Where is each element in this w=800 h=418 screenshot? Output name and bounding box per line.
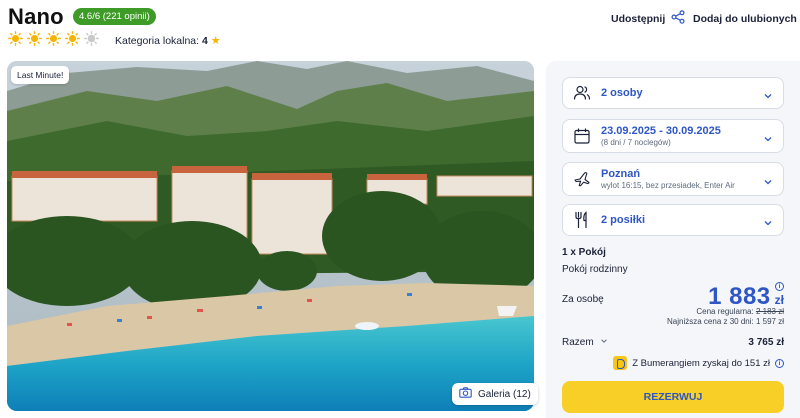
star-icon: ★ — [210, 35, 221, 47]
rating-badge[interactable]: 4.6/6 (221 opinii) — [73, 8, 156, 25]
gallery-label: Galeria (12) — [478, 388, 531, 400]
price-currency: zł — [774, 293, 784, 307]
bumerang-promo: Z Bumerangiem zyskaj do 151 zł i — [613, 356, 784, 370]
total-label: Razem — [562, 337, 594, 348]
sun-icon — [46, 31, 61, 46]
chevron-down-icon — [763, 88, 773, 99]
meals-select[interactable]: 2 posiłki — [562, 204, 784, 236]
cutlery-icon — [573, 211, 591, 229]
reserve-button[interactable]: REZERWUJ — [562, 381, 784, 413]
meals-value: 2 posiłki — [601, 214, 646, 226]
plane-icon — [573, 170, 591, 188]
hotel-name: Nano — [8, 4, 64, 29]
persons-value: 2 osoby — [601, 87, 643, 99]
regular-price-label: Cena regularna: — [696, 307, 754, 316]
sun-empty-icon — [84, 31, 99, 46]
regular-price: Cena regularna: 2 183 zł — [696, 307, 784, 316]
bumerang-text: Z Bumerangiem zyskaj do 151 zł — [632, 357, 770, 369]
chevron-down-icon — [763, 215, 773, 226]
bumerang-info-icon[interactable]: i — [775, 358, 784, 368]
chevron-down-icon — [763, 174, 773, 185]
total-value: 3 765 zł — [748, 337, 784, 348]
booking-panel: 2 osoby 23.09.2025 - 30.09.2025 (8 dni /… — [546, 61, 800, 418]
gallery-button[interactable]: Galeria (12) — [452, 383, 538, 405]
persons-icon — [573, 84, 591, 102]
regular-price-value: 2 183 zł — [755, 307, 784, 316]
departure-sub: wylot 16:15, bez przesiadek, Enter Air — [601, 181, 735, 190]
sun-icon — [65, 31, 80, 46]
share-icon — [671, 10, 685, 27]
local-category-label: Kategoria lokalna: — [115, 35, 200, 47]
sun-icon — [8, 31, 23, 46]
local-category-value: 4 — [201, 35, 208, 47]
camera-icon — [459, 387, 472, 401]
chevron-down-icon — [600, 337, 608, 348]
per-person-label: Za osobę — [562, 294, 604, 305]
dates-select[interactable]: 23.09.2025 - 30.09.2025 (8 dni / 7 nocle… — [562, 119, 784, 153]
share-button[interactable]: Udostępnij — [611, 10, 685, 27]
hotel-photo[interactable] — [7, 61, 534, 411]
departure-city: Poznań — [601, 168, 641, 180]
dates-sub: (8 dni / 7 noclegów) — [601, 138, 671, 147]
calendar-icon — [573, 127, 591, 145]
room-type: Pokój rodzinny — [562, 264, 628, 275]
local-category: Kategoria lokalna: 4 ★ — [115, 34, 221, 47]
lowest-price-30-days: Najniższa cena z 30 dni: 1 597 zł — [667, 317, 784, 326]
share-label: Udostępnij — [611, 12, 666, 25]
sun-icon — [27, 31, 42, 46]
sun-rating — [8, 31, 99, 46]
total-toggle[interactable]: Razem — [562, 337, 608, 348]
departure-select[interactable]: Poznań wylot 16:15, bez przesiadek, Ente… — [562, 162, 784, 196]
bumerang-logo-icon — [613, 356, 628, 370]
last-minute-badge: Last Minute! — [11, 66, 70, 84]
persons-select[interactable]: 2 osoby — [562, 77, 784, 109]
dates-value: 23.09.2025 - 30.09.2025 — [601, 125, 721, 137]
favorite-label: Dodaj do ulubionych — [693, 12, 797, 25]
rooms-count: 1 x Pokój — [562, 247, 606, 258]
add-to-favorites-button[interactable]: Dodaj do ulubionych — [693, 10, 800, 27]
chevron-down-icon — [763, 131, 773, 142]
